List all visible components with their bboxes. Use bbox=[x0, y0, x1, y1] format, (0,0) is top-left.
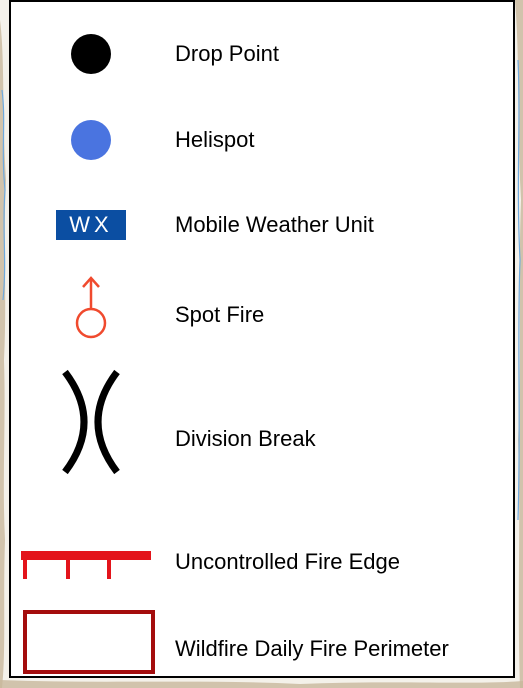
legend-item-spot-fire: Spot Fire bbox=[11, 274, 513, 342]
legend-item-division-break: Division Break bbox=[11, 368, 513, 476]
legend-item-mobile-weather-unit: WX Mobile Weather Unit bbox=[11, 208, 513, 242]
wildfire-daily-fire-perimeter-symbol bbox=[23, 610, 183, 674]
blue-dot-icon bbox=[71, 120, 111, 160]
uncontrolled-edge-bar bbox=[21, 551, 151, 560]
legend-item-drop-point: Drop Point bbox=[11, 32, 513, 76]
mobile-weather-unit-label: Mobile Weather Unit bbox=[175, 212, 374, 237]
division-break-left-arc bbox=[62, 369, 88, 475]
drop-point-circle bbox=[71, 34, 111, 74]
legend-item-wildfire-daily-fire-perimeter: Wildfire Daily Fire Perimeter bbox=[11, 610, 513, 674]
uncontrolled-edge-tick-2 bbox=[66, 559, 70, 579]
spot-fire-circle bbox=[75, 307, 107, 339]
uncontrolled-fire-edge-label: Uncontrolled Fire Edge bbox=[175, 549, 401, 574]
division-break-label: Division Break bbox=[175, 426, 316, 451]
mobile-weather-unit-symbol: WX bbox=[11, 208, 171, 242]
spot-fire-label: Spot Fire bbox=[175, 302, 265, 327]
helispot-label: Helispot bbox=[175, 127, 255, 152]
helispot-circle bbox=[71, 120, 111, 160]
wildfire-daily-fire-perimeter-label: Wildfire Daily Fire Perimeter bbox=[175, 636, 449, 661]
legend-item-uncontrolled-fire-edge: Uncontrolled Fire Edge bbox=[11, 545, 513, 585]
division-break-symbol bbox=[11, 368, 171, 476]
division-break-right-arc bbox=[94, 369, 120, 475]
uncontrolled-fire-edge-symbol bbox=[21, 545, 181, 585]
perimeter-rect bbox=[23, 610, 155, 674]
wx-box-icon: WX bbox=[56, 210, 126, 240]
uncontrolled-edge-tick-3 bbox=[107, 559, 111, 579]
perimeter-rect-icon bbox=[23, 610, 155, 674]
black-dot-icon bbox=[71, 34, 111, 74]
spot-fire-icon bbox=[75, 276, 107, 339]
drop-point-label: Drop Point bbox=[175, 41, 279, 66]
spot-fire-symbol bbox=[11, 274, 171, 342]
division-break-icon bbox=[62, 369, 120, 475]
uncontrolled-edge-icon bbox=[21, 551, 151, 579]
helispot-symbol bbox=[11, 118, 171, 162]
wx-box-text: WX bbox=[69, 212, 113, 237]
map-legend: Drop Point Helispot WX Mobile Weather Un… bbox=[9, 0, 515, 678]
uncontrolled-edge-tick-1 bbox=[23, 559, 27, 579]
legend-item-helispot: Helispot bbox=[11, 118, 513, 162]
drop-point-symbol bbox=[11, 32, 171, 76]
